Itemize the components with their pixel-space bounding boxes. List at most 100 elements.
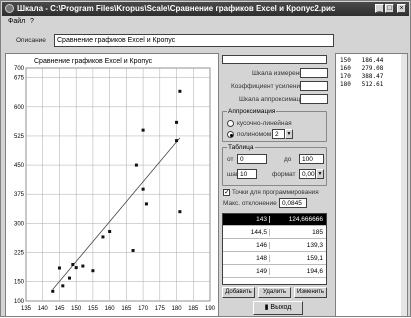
radio-poly[interactable] [227, 131, 234, 138]
menu-file[interactable]: Файл [8, 18, 25, 25]
x-tick-label: 180 [172, 306, 183, 312]
format-label: формат [272, 171, 296, 178]
scale-field[interactable] [300, 68, 328, 78]
x-tick-label: 135 [21, 306, 32, 312]
list-scrollbar[interactable] [401, 54, 407, 316]
x-tick-label: 140 [38, 306, 49, 312]
menu-bar: Файл ? [2, 17, 409, 29]
grid-cell: 185 [269, 229, 325, 236]
app-icon[interactable] [5, 4, 14, 13]
grid-cell: 159,1 [269, 255, 325, 262]
data-point [141, 187, 145, 191]
list-item: 180 512.61 [340, 81, 384, 88]
to-label: до [284, 156, 292, 163]
y-tick-label: 675 [14, 76, 25, 82]
data-point [178, 210, 182, 214]
data-point [71, 262, 75, 266]
data-point [175, 120, 179, 124]
table-row[interactable]: 148 159,1 [223, 253, 326, 265]
table-legend: Таблица [228, 144, 254, 151]
data-point [91, 269, 95, 273]
minimize-button[interactable]: _ [375, 4, 384, 13]
maximize-button[interactable]: □ [385, 4, 394, 13]
data-point [131, 249, 135, 253]
data-point [108, 229, 112, 233]
points-checkbox[interactable]: ✓ [223, 189, 230, 196]
table-row[interactable]: 149 194,6 [223, 266, 326, 278]
data-point [81, 264, 85, 268]
x-tick-label: 170 [138, 306, 149, 312]
x-tick-label: 165 [121, 306, 132, 312]
list-item: 160 279.08 [340, 65, 384, 72]
grid-cell: 194,6 [269, 268, 325, 275]
poly-label: полиномом [237, 131, 272, 138]
chart-svg: 135 140 145 150 155 160 165 170 175 180 185 190 100 1… [14, 66, 216, 312]
y-tick-label: 600 [14, 105, 25, 111]
plot-frame [25, 67, 211, 302]
y-tick-label: 225 [14, 250, 25, 256]
approx-scale-label: Шкала аппроксимации [239, 96, 308, 103]
approx-legend: Аппроксимация [228, 108, 276, 115]
edit-button[interactable]: Изменить [294, 287, 327, 298]
chart-area: Сравнение графиков Excel и Кропус 135 140… [5, 53, 219, 317]
title-bar: Шкала - C:\Program Files\Kropus\Scale\Ср… [2, 2, 409, 16]
description-input[interactable]: Сравнение графиков Excel и Кропус [54, 34, 334, 47]
list-item: 170 388.47 [340, 73, 384, 80]
grid-cell: 146 [256, 242, 267, 249]
exit-label: Выход [270, 304, 292, 311]
poly-degree-dropdown-icon[interactable]: ▼ [285, 129, 293, 139]
menu-help[interactable]: ? [30, 18, 34, 25]
x-tick-label: 185 [188, 306, 199, 312]
from-label: от [227, 156, 234, 163]
to-input[interactable]: 100 [299, 154, 324, 164]
points-check-label: Точки для программирования [232, 189, 319, 196]
from-input[interactable]: 0 [237, 154, 267, 164]
add-button[interactable]: Добавить [222, 287, 255, 298]
data-point [134, 163, 138, 167]
coef-field[interactable] [300, 81, 328, 91]
max-dev-input[interactable]: 0,0845 [279, 198, 307, 208]
table-row[interactable]: 144,5 185 [223, 227, 326, 239]
piecewise-label: кусочно-линейная [237, 120, 292, 127]
data-point [141, 128, 145, 132]
approx-scale-field[interactable] [300, 94, 328, 104]
y-tick-label: 700 [14, 66, 25, 72]
points-grid[interactable]: 143 124,666666 144,5 185 146 139,3 148 1… [222, 213, 327, 285]
y-tick-label: 450 [14, 163, 25, 169]
x-tick-label: 175 [155, 306, 166, 312]
description-label: Описание [16, 37, 46, 44]
poly-degree-select[interactable]: 2 [272, 129, 285, 139]
y-tick-label: 100 [14, 299, 25, 305]
format-dropdown-icon[interactable]: ▼ [316, 169, 324, 179]
close-button[interactable]: × [397, 4, 406, 13]
coef-label: Коэффициент усиления [231, 83, 304, 90]
data-point [175, 139, 179, 143]
data-point [144, 202, 148, 206]
format-select[interactable]: 0,00 [299, 169, 316, 179]
x-tick-label: 155 [88, 306, 99, 312]
data-point [67, 276, 71, 280]
data-point [101, 235, 105, 239]
step-input[interactable]: 10 [237, 169, 257, 179]
x-tick-label: 145 [54, 306, 65, 312]
values-list[interactable]: 150 186.44 160 279.08 170 388.47 180 512… [335, 53, 408, 317]
grid-cell: 143 [256, 216, 267, 223]
scale-header-box [222, 55, 327, 64]
delete-button[interactable]: Удалить [258, 287, 291, 298]
radio-piecewise[interactable] [227, 120, 234, 127]
y-tick-label: 300 [14, 221, 25, 227]
y-tick-label: 525 [14, 134, 25, 140]
x-tick-label: 150 [71, 306, 82, 312]
table-row[interactable]: 146 139,3 [223, 240, 326, 252]
grid-cell: 124,666666 [269, 216, 325, 223]
window-title: Шкала - C:\Program Files\Kropus\Scale\Ср… [17, 4, 336, 13]
grid-cell: 149 [256, 268, 267, 275]
table-row[interactable]: 143 124,666666 [223, 214, 326, 226]
data-point [61, 284, 65, 288]
max-dev-label: Макс. отклонение [223, 200, 277, 207]
data-point [74, 266, 78, 270]
data-point [178, 89, 182, 93]
chart-title: Сравнение графиков Excel и Кропус [34, 58, 153, 65]
exit-button[interactable]: ▮ Выход [253, 301, 303, 315]
x-tick-label: 160 [105, 306, 116, 312]
